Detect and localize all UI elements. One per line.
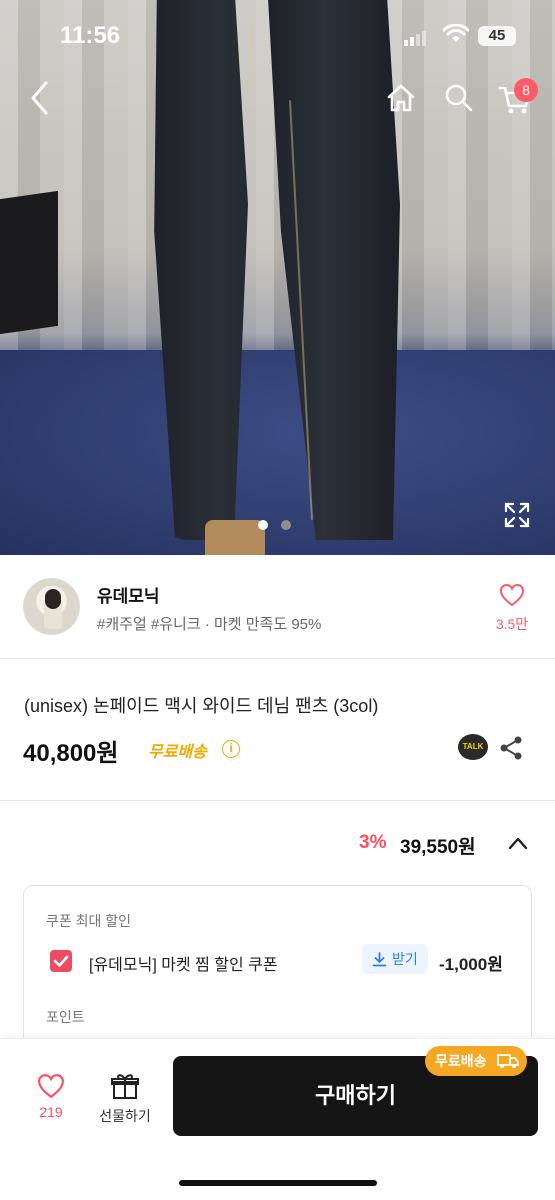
- coupon-receive-button[interactable]: 받기: [362, 944, 428, 974]
- background-box: [0, 190, 58, 335]
- back-arrow-icon[interactable]: [28, 80, 50, 116]
- gift-label: 선물하기: [99, 1108, 151, 1124]
- cellular-signal-icon: [404, 28, 428, 46]
- seller-tags: #캐주얼 #유니크 · 마켓 만족도 95%: [97, 616, 322, 633]
- cart-count-badge: 8: [514, 78, 538, 102]
- jeans-left-leg: [154, 0, 248, 540]
- seller-avatar[interactable]: [23, 578, 80, 635]
- seller-name[interactable]: 유데모닉: [97, 582, 160, 607]
- product-title: (unisex) 논페이드 맥시 와이드 데님 팬츠 (3col): [24, 696, 379, 716]
- status-time: 11:56: [60, 22, 121, 49]
- expand-icon[interactable]: [503, 501, 531, 529]
- jeans-right-leg: [267, 0, 400, 540]
- chevron-up-icon[interactable]: [507, 835, 529, 851]
- seller-like-count: 3.5만: [495, 616, 529, 632]
- coupon-section-label: 쿠폰 최대 할인: [46, 913, 132, 929]
- discount-price: 39,550원: [400, 837, 476, 858]
- heart-icon: [38, 1074, 64, 1099]
- status-bar: 11:56 45: [0, 0, 555, 72]
- home-indicator: [179, 1180, 377, 1186]
- seller-like-button[interactable]: 3.5만: [488, 583, 536, 634]
- battery-icon: 45: [478, 26, 516, 46]
- search-icon[interactable]: [444, 83, 474, 113]
- truck-icon: [497, 1054, 519, 1068]
- carousel-dot[interactable]: [281, 520, 291, 530]
- like-button[interactable]: 219: [30, 1073, 72, 1120]
- share-icon[interactable]: [498, 735, 524, 761]
- carousel-dot-active[interactable]: [258, 520, 268, 530]
- info-icon[interactable]: i: [222, 740, 240, 758]
- points-label: 포인트: [46, 1009, 85, 1025]
- free-shipping-badge-label: 무료배송: [435, 1053, 487, 1069]
- free-shipping-label: 무료배송: [148, 744, 207, 761]
- download-icon: [372, 952, 387, 967]
- coupon-checkbox[interactable]: [50, 950, 72, 972]
- check-icon: [53, 955, 69, 967]
- section-divider: [0, 800, 555, 801]
- product-image-carousel[interactable]: 11:56 45 8: [0, 0, 555, 555]
- wifi-icon: [443, 24, 469, 42]
- seller-row[interactable]: 유데모닉 #캐주얼 #유니크 · 마켓 만족도 95% 3.5만: [0, 555, 555, 659]
- gift-button[interactable]: 선물하기: [92, 1071, 158, 1126]
- coupon-receive-label: 받기: [392, 951, 418, 967]
- coupon-name: [유데모닉] 마켓 찜 할인 쿠폰: [89, 957, 278, 974]
- coupon-amount: -1,000원: [439, 955, 503, 974]
- gift-icon: [111, 1074, 139, 1099]
- kakao-talk-icon[interactable]: TALK: [458, 734, 488, 760]
- home-icon[interactable]: [385, 82, 417, 114]
- shoe: [205, 520, 265, 555]
- free-shipping-badge: 무료배송: [425, 1046, 527, 1076]
- product-price: 40,800원: [23, 740, 119, 767]
- discount-percent: 3%: [359, 832, 387, 853]
- like-count: 219: [39, 1104, 63, 1120]
- carousel-indicator: [258, 517, 304, 535]
- heart-icon: [499, 583, 525, 607]
- product-photo-jeans: [150, 0, 400, 555]
